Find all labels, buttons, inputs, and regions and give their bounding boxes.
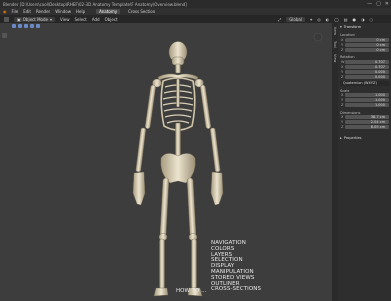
scale-x-row: X 1.000 xyxy=(340,93,389,98)
3d-viewport[interactable]: NAVIGATION COLORS LAYERS SELECTION DISPL… xyxy=(0,23,332,301)
location-x-row: X0 cm xyxy=(340,37,389,43)
rotation-mode-dropdown[interactable]: Quaternion (WXYZ) xyxy=(340,81,389,86)
menu-object[interactable]: Object xyxy=(105,17,118,22)
rotation-z-row: Z 0.000 xyxy=(340,74,389,80)
title-bar: Blender [D:\Users\cool\Desktop\RHEF\02-3… xyxy=(0,0,391,8)
menu-help[interactable]: Help xyxy=(76,9,85,14)
overlays-icon[interactable]: ◯ xyxy=(334,17,338,22)
mode-dropdown[interactable]: ▣ Object Mode ▾ xyxy=(14,16,55,22)
pivot-dropdown[interactable]: Global xyxy=(286,16,305,22)
rotation-z-field[interactable]: 0.000 xyxy=(345,74,389,79)
menu-render[interactable]: Render xyxy=(36,9,50,14)
menu-bar: ◉ File Edit Render Window Help Anatomy C… xyxy=(0,8,391,15)
orientation-icon[interactable]: ⤢ xyxy=(278,17,281,22)
hand-left xyxy=(132,171,146,206)
chevron-down-icon: ▾ xyxy=(49,16,52,22)
tab-anatomy[interactable]: Anatomy xyxy=(96,9,121,14)
anatomy-menu: NAVIGATION COLORS LAYERS SELECTION DISPL… xyxy=(211,240,261,293)
skeleton-model[interactable] xyxy=(0,23,332,301)
dimensions-label: Dimensions xyxy=(340,110,361,115)
transform-panel-header[interactable]: ▾ Transform xyxy=(340,24,389,30)
properties-panel-header[interactable]: ▸ Properties xyxy=(340,135,389,141)
tibia-right xyxy=(191,238,197,290)
dimensions-z-row: Z 8.05 cm xyxy=(340,125,389,130)
close-button[interactable]: ✕ xyxy=(385,1,389,7)
dimensions-z-field[interactable]: 8.05 cm xyxy=(345,125,389,130)
shading-solid-icon[interactable]: ● xyxy=(353,17,357,22)
location-x-field[interactable]: 0 cm xyxy=(345,37,389,42)
hand-right xyxy=(210,171,224,206)
rotation-x-row: X 0.707 xyxy=(340,64,389,70)
tibia-left xyxy=(159,238,165,290)
rotation-w-row: W 0.707 xyxy=(340,59,389,65)
forearm-left xyxy=(135,127,146,173)
tab-tool[interactable]: Tool xyxy=(333,41,337,48)
scale-label: Scale xyxy=(340,88,350,93)
visibility-icon[interactable]: ◐ xyxy=(326,17,330,22)
shading-material-icon[interactable]: ◑ xyxy=(361,17,365,22)
snap-icon[interactable]: ⌖ xyxy=(310,17,312,22)
shading-rendered-icon[interactable]: ○ xyxy=(370,17,374,22)
femur-right xyxy=(186,177,197,237)
scale-z-row: Z 1.000 xyxy=(340,103,389,108)
maximize-button[interactable]: ▢ xyxy=(376,1,381,7)
cervical-spine xyxy=(175,63,181,74)
properties-title: Properties xyxy=(343,135,362,140)
location-y-row: Y0 cm xyxy=(340,42,389,48)
transform-title: Transform xyxy=(343,25,362,29)
rotation-y-row: Y 0.000 xyxy=(340,69,389,75)
chevron-right-icon: ▸ xyxy=(340,135,342,140)
blender-logo-icon[interactable]: ◉ xyxy=(3,9,7,14)
scale-y-field[interactable]: 1.000 xyxy=(345,98,389,103)
window-title: Blender [D:\Users\cool\Desktop\RHEF\02-3… xyxy=(3,1,187,7)
humerus-right xyxy=(200,84,211,129)
rotation-label: Rotation xyxy=(340,55,355,59)
scale-x-field[interactable]: 1.000 xyxy=(345,93,389,98)
location-label: Location xyxy=(340,33,355,37)
menu-add[interactable]: Add xyxy=(92,17,100,22)
foot-left xyxy=(153,287,169,297)
femur-left xyxy=(159,177,170,237)
sternum xyxy=(176,78,180,108)
menu-cross-sections[interactable]: CROSS-SECTIONS xyxy=(211,287,261,293)
dimensions-x-field[interactable]: 38.7 cm xyxy=(345,115,389,120)
humerus-left xyxy=(145,84,156,129)
menu-window[interactable]: Window xyxy=(55,9,71,14)
minimize-button[interactable]: — xyxy=(367,1,372,7)
location-z-row: Z0 cm xyxy=(340,47,389,53)
dimensions-y-row: Y 2.04 cm xyxy=(340,120,389,125)
viewport-header: ▣ Object Mode ▾ View Select Add Object ⤢… xyxy=(0,15,391,23)
tab-item[interactable]: Item xyxy=(333,27,337,35)
forearm-right xyxy=(210,127,221,173)
menu-view[interactable]: View xyxy=(60,17,70,22)
dimensions-x-row: X 38.7 cm xyxy=(340,115,389,120)
location-z-field[interactable]: 0 cm xyxy=(345,47,389,52)
tab-view[interactable]: View xyxy=(333,54,337,62)
proportional-icon[interactable]: ◎ xyxy=(317,17,321,22)
rotation-y-field[interactable]: 0.000 xyxy=(345,69,389,74)
location-y-field[interactable]: 0 cm xyxy=(345,42,389,47)
xray-icon[interactable]: ▤ xyxy=(344,17,348,22)
scale-z-field[interactable]: 1.000 xyxy=(345,103,389,108)
scale-y-row: Y 1.000 xyxy=(340,98,389,103)
howto-link[interactable]: HOW TO ... xyxy=(176,288,206,294)
dimensions-y-field[interactable]: 2.04 cm xyxy=(345,120,389,125)
mode-label: Object Mode xyxy=(22,16,48,22)
editor-type-icon[interactable] xyxy=(4,16,9,22)
menu-edit[interactable]: Edit xyxy=(23,9,31,14)
menu-select[interactable]: Select xyxy=(75,17,87,22)
object-mode-icon: ▣ xyxy=(17,16,21,22)
tab-cross-section[interactable]: Cross Section xyxy=(125,9,158,14)
rotation-x-field[interactable]: 0.707 xyxy=(345,64,389,69)
chevron-down-icon: ▾ xyxy=(340,25,342,29)
rotation-w-field[interactable]: 0.707 xyxy=(345,59,389,64)
menu-file[interactable]: File xyxy=(12,9,19,14)
properties-sidebar: ▾ Transform Location X0 cm Y0 cm Z0 cm R… xyxy=(338,23,391,301)
